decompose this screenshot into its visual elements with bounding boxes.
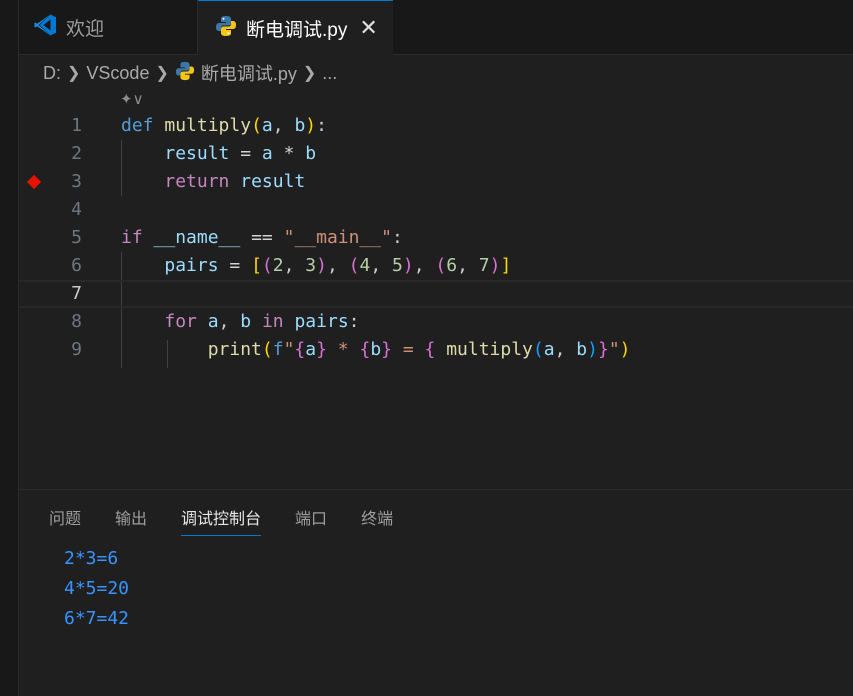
- editor-tab-bar: 欢迎 断电调试.py ✕: [19, 0, 853, 55]
- chevron-right-icon: ❯: [155, 65, 169, 82]
- tab-welcome-label: 欢迎: [66, 19, 105, 40]
- line-number: 4: [71, 199, 82, 220]
- code-line[interactable]: 2 result = a * b: [19, 140, 853, 168]
- code-text: return result: [164, 171, 306, 192]
- breadcrumb-file[interactable]: 断电调试.py: [201, 60, 297, 86]
- code-line[interactable]: 8 for a, b in pairs:: [19, 308, 853, 336]
- code-text: print(f"{a} * {b} = { multiply(a, b)}"): [207, 339, 631, 360]
- tab-python-file[interactable]: 断电调试.py ✕: [198, 0, 393, 55]
- code-line[interactable]: 3 return result: [19, 168, 853, 196]
- python-icon: [215, 15, 237, 42]
- bottom-panel: 问题 输出 调试控制台 端口 终端 2*3=6 4*5=20 6*7=42: [19, 489, 853, 696]
- code-line[interactable]: 6 pairs = [(2, 3), (4, 5), (6, 7)]: [19, 252, 853, 280]
- code-line[interactable]: 5 if __name__ == "__main__":: [19, 224, 853, 252]
- line-number: 3: [71, 171, 82, 192]
- chevron-right-icon: ❯: [302, 65, 317, 82]
- line-number: 9: [71, 339, 82, 360]
- tab-python-file-label: 断电调试.py: [246, 19, 348, 41]
- python-icon: [175, 61, 195, 86]
- code-text: def multiply(a, b):: [121, 115, 327, 136]
- line-number: 7: [71, 283, 82, 304]
- tab-problems[interactable]: 问题: [49, 505, 81, 536]
- tab-ports[interactable]: 端口: [295, 505, 327, 536]
- breadcrumb-folder[interactable]: VScode: [86, 63, 149, 84]
- tab-debug-console[interactable]: 调试控制台: [181, 505, 262, 536]
- code-text: result = a * b: [164, 143, 317, 164]
- code-line[interactable]: 1 def multiply(a, b):: [19, 112, 853, 140]
- code-text: if __name__ == "__main__":: [121, 227, 403, 248]
- debug-console-output[interactable]: 2*3=6 4*5=20 6*7=42: [64, 544, 129, 634]
- breadcrumb-drive[interactable]: D:: [43, 63, 61, 84]
- console-line: 2*3=6: [64, 548, 119, 569]
- console-line: 6*7=42: [64, 608, 130, 629]
- line-number: 2: [71, 143, 82, 164]
- breadcrumb: D: ❯ VScode ❯ 断电调试.py ❯ ...: [43, 58, 337, 88]
- line-number: 5: [71, 227, 82, 248]
- line-number: 6: [71, 255, 82, 276]
- line-number: 1: [71, 115, 82, 136]
- chevron-right-icon: ❯: [67, 65, 81, 82]
- left-edge: [0, 0, 19, 696]
- console-line: 4*5=20: [64, 578, 130, 599]
- line-number: 8: [71, 311, 82, 332]
- tab-output[interactable]: 输出: [115, 505, 147, 536]
- code-editor[interactable]: 1 def multiply(a, b): 2 result = a * b 3…: [19, 112, 853, 487]
- code-line[interactable]: 4: [19, 196, 853, 224]
- code-line[interactable]: 9 print(f"{a} * {b} = { multiply(a, b)}"…: [19, 336, 853, 364]
- vscode-logo-icon: [33, 13, 57, 42]
- breadcrumb-more[interactable]: ...: [322, 63, 337, 84]
- sparkle-chevron-icon[interactable]: ✦∨: [120, 90, 144, 108]
- code-text: for a, b in pairs:: [164, 311, 360, 332]
- tab-welcome[interactable]: 欢迎: [19, 0, 198, 55]
- code-line-current[interactable]: 7: [19, 280, 853, 308]
- close-icon[interactable]: ✕: [359, 17, 377, 39]
- panel-tabs: 问题 输出 调试控制台 端口 终端: [49, 505, 427, 536]
- code-text: pairs = [(2, 3), (4, 5), (6, 7)]: [164, 255, 512, 276]
- tab-terminal[interactable]: 终端: [361, 505, 393, 536]
